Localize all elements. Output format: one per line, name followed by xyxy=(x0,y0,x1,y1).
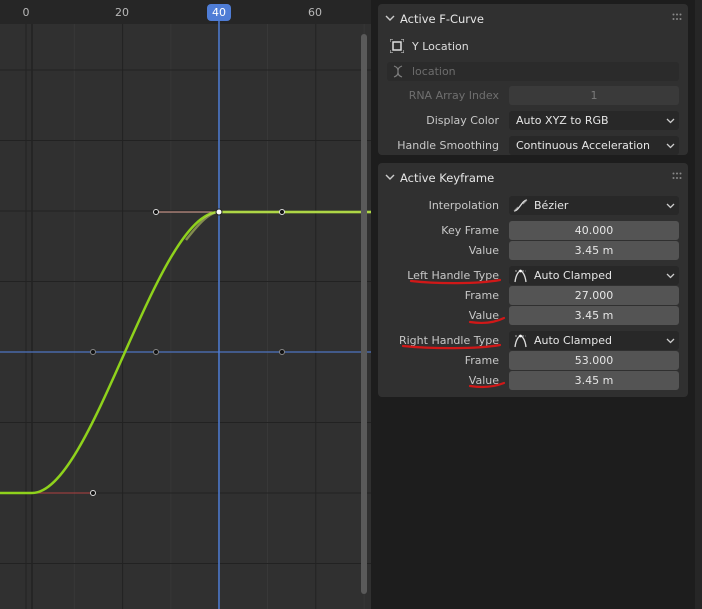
chevron-down-icon xyxy=(666,203,675,209)
chevron-down-icon xyxy=(385,15,395,21)
chevron-down-icon xyxy=(666,273,675,279)
x-tick-label: 60 xyxy=(308,6,322,19)
active-keyframe-header[interactable]: Active Keyframe xyxy=(378,163,688,191)
handle-point[interactable] xyxy=(153,209,159,215)
rna-array-index-field[interactable]: 1 xyxy=(509,86,679,105)
left-handle-type-dropdown[interactable]: Auto Clamped xyxy=(509,266,679,285)
chevron-down-icon xyxy=(666,143,675,149)
display-color-value: Auto XYZ to RGB xyxy=(516,114,609,127)
rna-icon xyxy=(393,65,403,78)
active-fcurve-panel: Active F-Curve Y Location location RNA A… xyxy=(378,4,688,155)
cursor-line-handle-point xyxy=(90,349,96,355)
handle-smoothing-label: Handle Smoothing xyxy=(397,139,499,152)
display-color-label: Display Color xyxy=(426,114,499,127)
left-handle-frame-field[interactable]: 27.000 xyxy=(509,286,679,305)
key-value-label: Value xyxy=(468,244,499,257)
active-fcurve-title: Active F-Curve xyxy=(400,12,484,26)
right-handle-type-dropdown[interactable]: Auto Clamped xyxy=(509,331,679,350)
handle-smoothing-dropdown[interactable]: Continuous Acceleration xyxy=(509,136,679,155)
bezier-interpolation-icon xyxy=(513,199,528,212)
right-handle-type-value: Auto Clamped xyxy=(534,334,612,347)
right-handle-value-label: Value xyxy=(468,374,499,387)
x-tick-label: 20 xyxy=(115,6,129,19)
key-value-field[interactable]: 3.45 m xyxy=(509,241,679,260)
active-fcurve-header[interactable]: Active F-Curve xyxy=(378,4,688,32)
active-keyframe-title: Active Keyframe xyxy=(400,171,495,185)
handle-smoothing-value: Continuous Acceleration xyxy=(516,139,650,152)
data-path-placeholder: location xyxy=(412,65,456,78)
right-handle-frame-label: Frame xyxy=(464,354,499,367)
left-handle-value-label: Value xyxy=(468,309,499,322)
graph-vertical-scrollbar[interactable] xyxy=(361,34,367,594)
active-keyframe-point[interactable] xyxy=(215,208,223,216)
channel-name: Y Location xyxy=(412,40,469,53)
active-keyframe-panel: Active Keyframe Interpolation Bézier Key… xyxy=(378,163,688,397)
sidebar-panel: Active F-Curve Y Location location RNA A… xyxy=(371,0,702,609)
chevron-down-icon xyxy=(666,338,675,344)
current-frame-label: 40 xyxy=(212,6,226,19)
rna-array-index-label: RNA Array Index xyxy=(408,89,499,102)
interpolation-value: Bézier xyxy=(534,199,569,212)
key-frame-field[interactable]: 40.000 xyxy=(509,221,679,240)
drag-grip-icon[interactable] xyxy=(672,172,682,180)
auto-clamped-handle-icon xyxy=(514,269,527,283)
data-path-field[interactable]: location xyxy=(387,62,679,81)
auto-clamped-handle-icon xyxy=(514,334,527,348)
right-handle-type-label: Right Handle Type xyxy=(398,334,499,347)
chevron-down-icon xyxy=(385,174,395,180)
handle-point[interactable] xyxy=(279,209,285,215)
left-handle-type-label: Left Handle Type xyxy=(407,269,499,282)
cursor-line-handle-point xyxy=(279,349,285,355)
sidebar-tab-strip[interactable] xyxy=(695,0,702,609)
right-handle-frame-field[interactable]: 53.000 xyxy=(509,351,679,370)
drag-grip-icon[interactable] xyxy=(672,13,682,21)
handle-point[interactable] xyxy=(90,490,96,496)
object-transform-icon xyxy=(390,39,404,53)
display-color-dropdown[interactable]: Auto XYZ to RGB xyxy=(509,111,679,130)
graph-editor-canvas[interactable]: 0 20 60 40 xyxy=(0,0,371,609)
cursor-line-handle-point xyxy=(153,349,159,355)
interpolation-dropdown[interactable]: Bézier xyxy=(509,196,679,215)
left-handle-frame-label: Frame xyxy=(464,289,499,302)
key-frame-label: Key Frame xyxy=(441,224,499,237)
chevron-down-icon xyxy=(666,118,675,124)
x-tick-label: 0 xyxy=(23,6,30,19)
interpolation-label: Interpolation xyxy=(428,199,499,212)
left-handle-type-value: Auto Clamped xyxy=(534,269,612,282)
right-handle-value-field[interactable]: 3.45 m xyxy=(509,371,679,390)
left-handle-value-field[interactable]: 3.45 m xyxy=(509,306,679,325)
